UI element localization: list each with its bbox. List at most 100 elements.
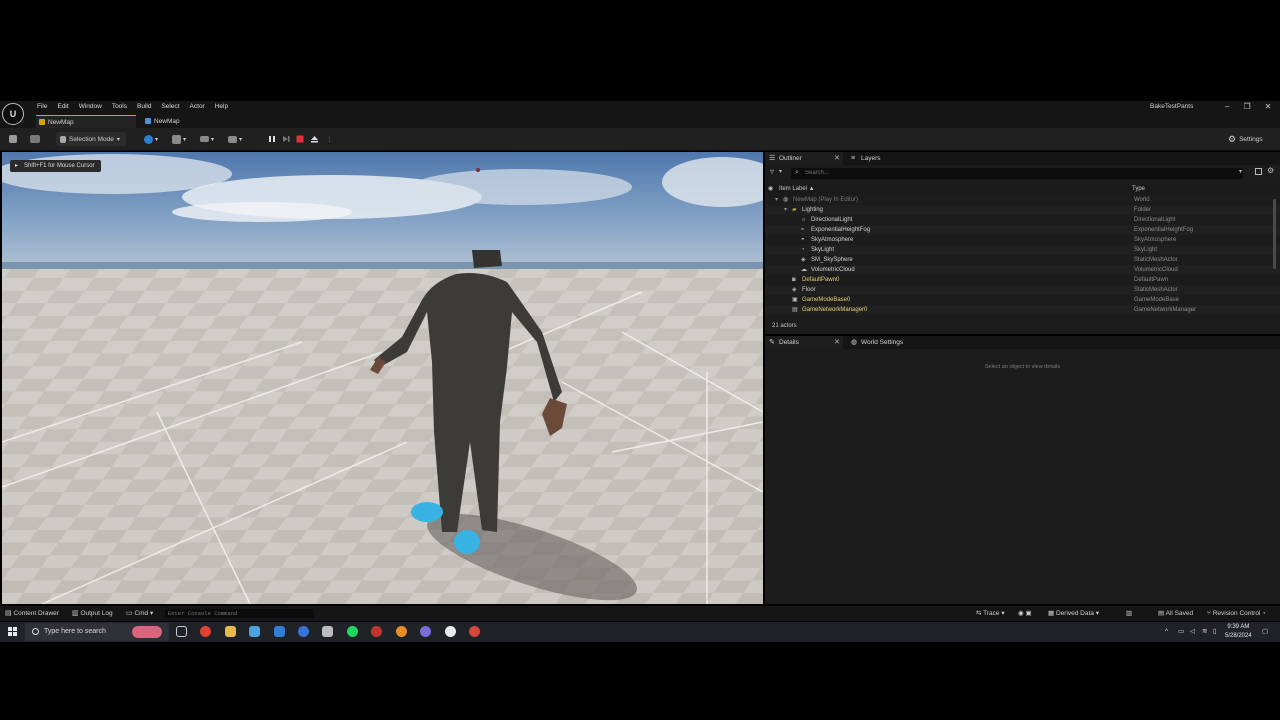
save-button[interactable] — [9, 132, 17, 146]
windows-start-icon[interactable] — [8, 627, 17, 636]
outliner-row[interactable]: ☁ VolumetricCloud VolumetricCloud — [765, 265, 1280, 275]
eject-button[interactable] — [310, 132, 319, 146]
content-browser-button[interactable] — [30, 132, 40, 146]
skip-frame-button[interactable] — [282, 132, 290, 146]
obs-icon[interactable] — [371, 626, 382, 637]
tab-newmap[interactable]: NewMap — [142, 115, 242, 128]
stop-button[interactable] — [296, 132, 304, 146]
taskbar-clock[interactable]: 9:39 AM 5/28/2024 — [1225, 623, 1252, 641]
chevron-down-icon[interactable]: ▾ — [779, 168, 782, 175]
tab-layers[interactable]: ≡ Layers — [847, 152, 917, 165]
expand-arrow-icon[interactable]: ▾ — [784, 205, 787, 215]
gear-icon[interactable]: ⚙ — [1267, 166, 1274, 175]
source-control-icon[interactable]: ▥ — [1126, 606, 1132, 621]
filter-icon[interactable]: ▿ — [770, 167, 774, 176]
content-drawer-button[interactable]: ▤ Content Drawer — [5, 606, 59, 621]
cmd-dropdown[interactable]: ▭ Cmd ▾ — [126, 606, 153, 621]
taskbar-search[interactable]: Type here to search — [25, 623, 169, 641]
close-icon[interactable]: ✕ — [834, 336, 840, 349]
revision-control-label: Revision Control — [1212, 610, 1261, 617]
outliner-row[interactable]: ▤ GameNetworkManager0 GameNetworkManager — [765, 305, 1280, 315]
outliner-row[interactable]: ≈ ExponentialHeightFog ExponentialHeightFo… — [765, 225, 1280, 235]
play-options-button[interactable]: ⋮ — [326, 132, 333, 146]
selection-mode-dropdown[interactable]: Selection Mode ▾ — [56, 132, 126, 146]
outliner-scrollbar[interactable] — [1273, 199, 1276, 269]
outliner-row[interactable]: ☼ DirectionalLight DirectionalLight — [765, 215, 1280, 225]
menu-file[interactable]: File — [32, 101, 52, 113]
menu-tools[interactable]: Tools — [107, 101, 132, 113]
file-explorer-icon[interactable] — [225, 626, 236, 637]
console-command-input[interactable] — [165, 609, 314, 618]
tray-chevron-icon[interactable]: ^ — [1165, 622, 1168, 642]
all-saved-button[interactable]: ▤ All Saved — [1158, 606, 1193, 621]
add-folder-icon[interactable] — [1255, 168, 1262, 175]
vscode-icon[interactable] — [274, 626, 285, 637]
stat-icons[interactable]: ◉ ▣ — [1018, 606, 1032, 621]
menu-edit[interactable]: Edit — [52, 101, 73, 113]
settings-button[interactable]: ⚙ Settings — [1228, 132, 1263, 146]
pause-button[interactable] — [268, 132, 276, 146]
tab-details[interactable]: ✎ Details — [765, 336, 843, 349]
revision-control-dropdown[interactable]: ⑂ Revision Control ▾ — [1207, 606, 1266, 621]
tab-world-settings[interactable]: ◍ World Settings — [847, 336, 927, 349]
wifi-icon[interactable]: ≋ — [1202, 622, 1207, 642]
outliner-row-type: StaticMeshActor — [1134, 257, 1178, 263]
chevron-down-icon[interactable]: ▾ — [1239, 168, 1242, 175]
outliner-row-label: VolumetricCloud — [811, 267, 855, 273]
menu-select[interactable]: Select — [156, 101, 184, 113]
outliner-row[interactable]: ◈ SM_SkySphere StaticMeshActor — [765, 255, 1280, 265]
static-mesh-icon: ◈ — [801, 257, 806, 263]
blueprint-button[interactable]: ▾ — [144, 132, 158, 146]
menu-build[interactable]: Build — [132, 101, 156, 113]
tab-label: NewMap — [48, 119, 74, 126]
trace-dropdown[interactable]: ⇆ Trace ▾ — [976, 606, 1005, 621]
tab-outliner[interactable]: ☰ Outliner — [765, 152, 843, 165]
derived-data-dropdown[interactable]: ▦ Derived Data ▾ — [1048, 606, 1099, 621]
menu-actor[interactable]: Actor — [185, 101, 210, 113]
level-viewport[interactable] — [2, 152, 763, 604]
close-window-button[interactable]: ✕ — [1265, 101, 1272, 113]
outliner-row[interactable]: ▣ GameModeBase0 GameModeBase — [765, 295, 1280, 305]
app-icon[interactable] — [322, 626, 333, 637]
output-log-button[interactable]: ▥ Output Log — [72, 606, 113, 621]
outliner-search-input[interactable] — [791, 168, 1243, 179]
chrome-icon[interactable] — [200, 626, 211, 637]
visibility-eye-icon[interactable]: ◉ — [768, 184, 773, 194]
blender-icon[interactable] — [396, 626, 407, 637]
outliner-row[interactable]: ◓ SkyAtmosphere SkyAtmosphere — [765, 235, 1280, 245]
maps-icon[interactable] — [298, 626, 309, 637]
task-view-icon[interactable] — [176, 626, 187, 637]
discord-icon[interactable] — [420, 626, 431, 637]
record-icon: ◉ — [1018, 610, 1024, 617]
tab-newmap-active[interactable]: NewMap — [36, 115, 136, 128]
unreal-engine-icon[interactable] — [445, 626, 456, 637]
minimize-button[interactable]: – — [1225, 101, 1229, 113]
spotify-icon[interactable] — [347, 626, 358, 637]
volume-icon[interactable]: ◁ — [1190, 622, 1195, 642]
outliner-row-type: Folder — [1134, 207, 1152, 213]
menu-window[interactable]: Window — [74, 101, 107, 113]
pawn-icon: ◙ — [792, 277, 796, 283]
outliner-row[interactable]: ▾ ◍ NewMap (Play In Editor) World — [765, 195, 1280, 205]
sequence-button[interactable]: ▾ — [200, 132, 214, 146]
store-icon[interactable] — [249, 626, 260, 637]
recorder-icon[interactable] — [469, 626, 480, 637]
outliner-row[interactable]: ◔ SkyLight SkyLight — [765, 245, 1280, 255]
unreal-logo-icon[interactable]: U — [2, 103, 24, 125]
close-icon[interactable]: ✕ — [834, 152, 840, 165]
battery-icon[interactable]: ▯ — [1213, 622, 1217, 642]
output-log-icon: ▥ — [72, 610, 79, 617]
expand-arrow-icon[interactable]: ▾ — [775, 195, 778, 205]
menu-help[interactable]: Help — [210, 101, 233, 113]
outliner-row[interactable]: ▾ ▰ Lighting Folder — [765, 205, 1280, 215]
notification-icon[interactable]: ▢ — [1262, 622, 1268, 642]
column-type[interactable]: Type — [1132, 184, 1145, 194]
details-tab-bar: ✎ Details ✕ ◍ World Settings — [765, 336, 1280, 349]
outliner-row[interactable]: ◈ Floor StaticMeshActor — [765, 285, 1280, 295]
outliner-row[interactable]: ◙ DefaultPawn0 DefaultPawn — [765, 275, 1280, 285]
column-item-label[interactable]: Item Label ▲ — [779, 184, 815, 194]
add-actor-button[interactable]: ▾ — [172, 132, 186, 146]
maximize-button[interactable]: ❐ — [1243, 101, 1250, 113]
network-icon[interactable]: ▭ — [1178, 622, 1184, 642]
platforms-button[interactable]: ▾ — [228, 132, 242, 146]
